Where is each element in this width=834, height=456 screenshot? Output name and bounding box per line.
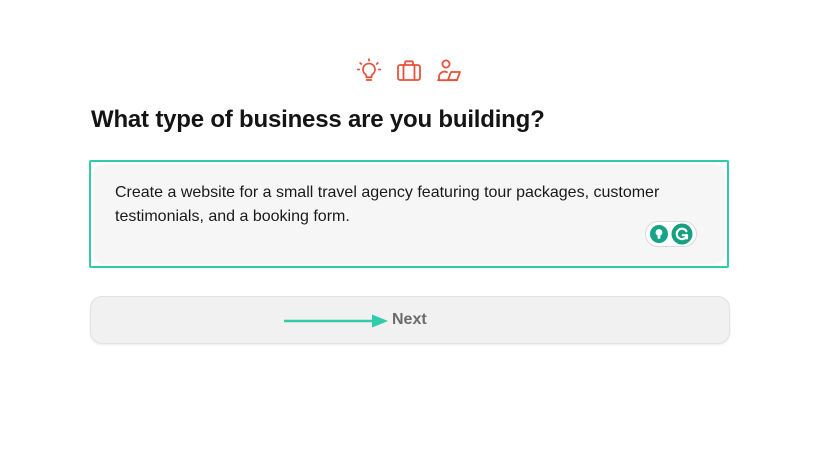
briefcase-icon <box>397 60 421 81</box>
grammarly-icon[interactable] <box>671 223 693 245</box>
prompt-input-area[interactable]: Create a website for a small travel agen… <box>93 164 725 264</box>
page: What type of business are you building? … <box>0 0 834 456</box>
person-laptop-icon <box>437 59 461 82</box>
arrow-right-icon <box>284 314 388 328</box>
step-icons <box>356 58 462 84</box>
lightbulb-icon <box>356 58 382 81</box>
next-button-label: Next <box>392 311 427 328</box>
next-button[interactable]: Next <box>90 296 730 344</box>
page-title: What type of business are you building? <box>91 106 545 133</box>
business-description-input[interactable]: Create a website for a small travel agen… <box>115 181 715 229</box>
lightbulb-assist-icon[interactable] <box>649 224 669 244</box>
business-description-field[interactable]: Create a website for a small travel agen… <box>89 160 729 268</box>
writing-assistant-widget[interactable] <box>645 221 697 247</box>
